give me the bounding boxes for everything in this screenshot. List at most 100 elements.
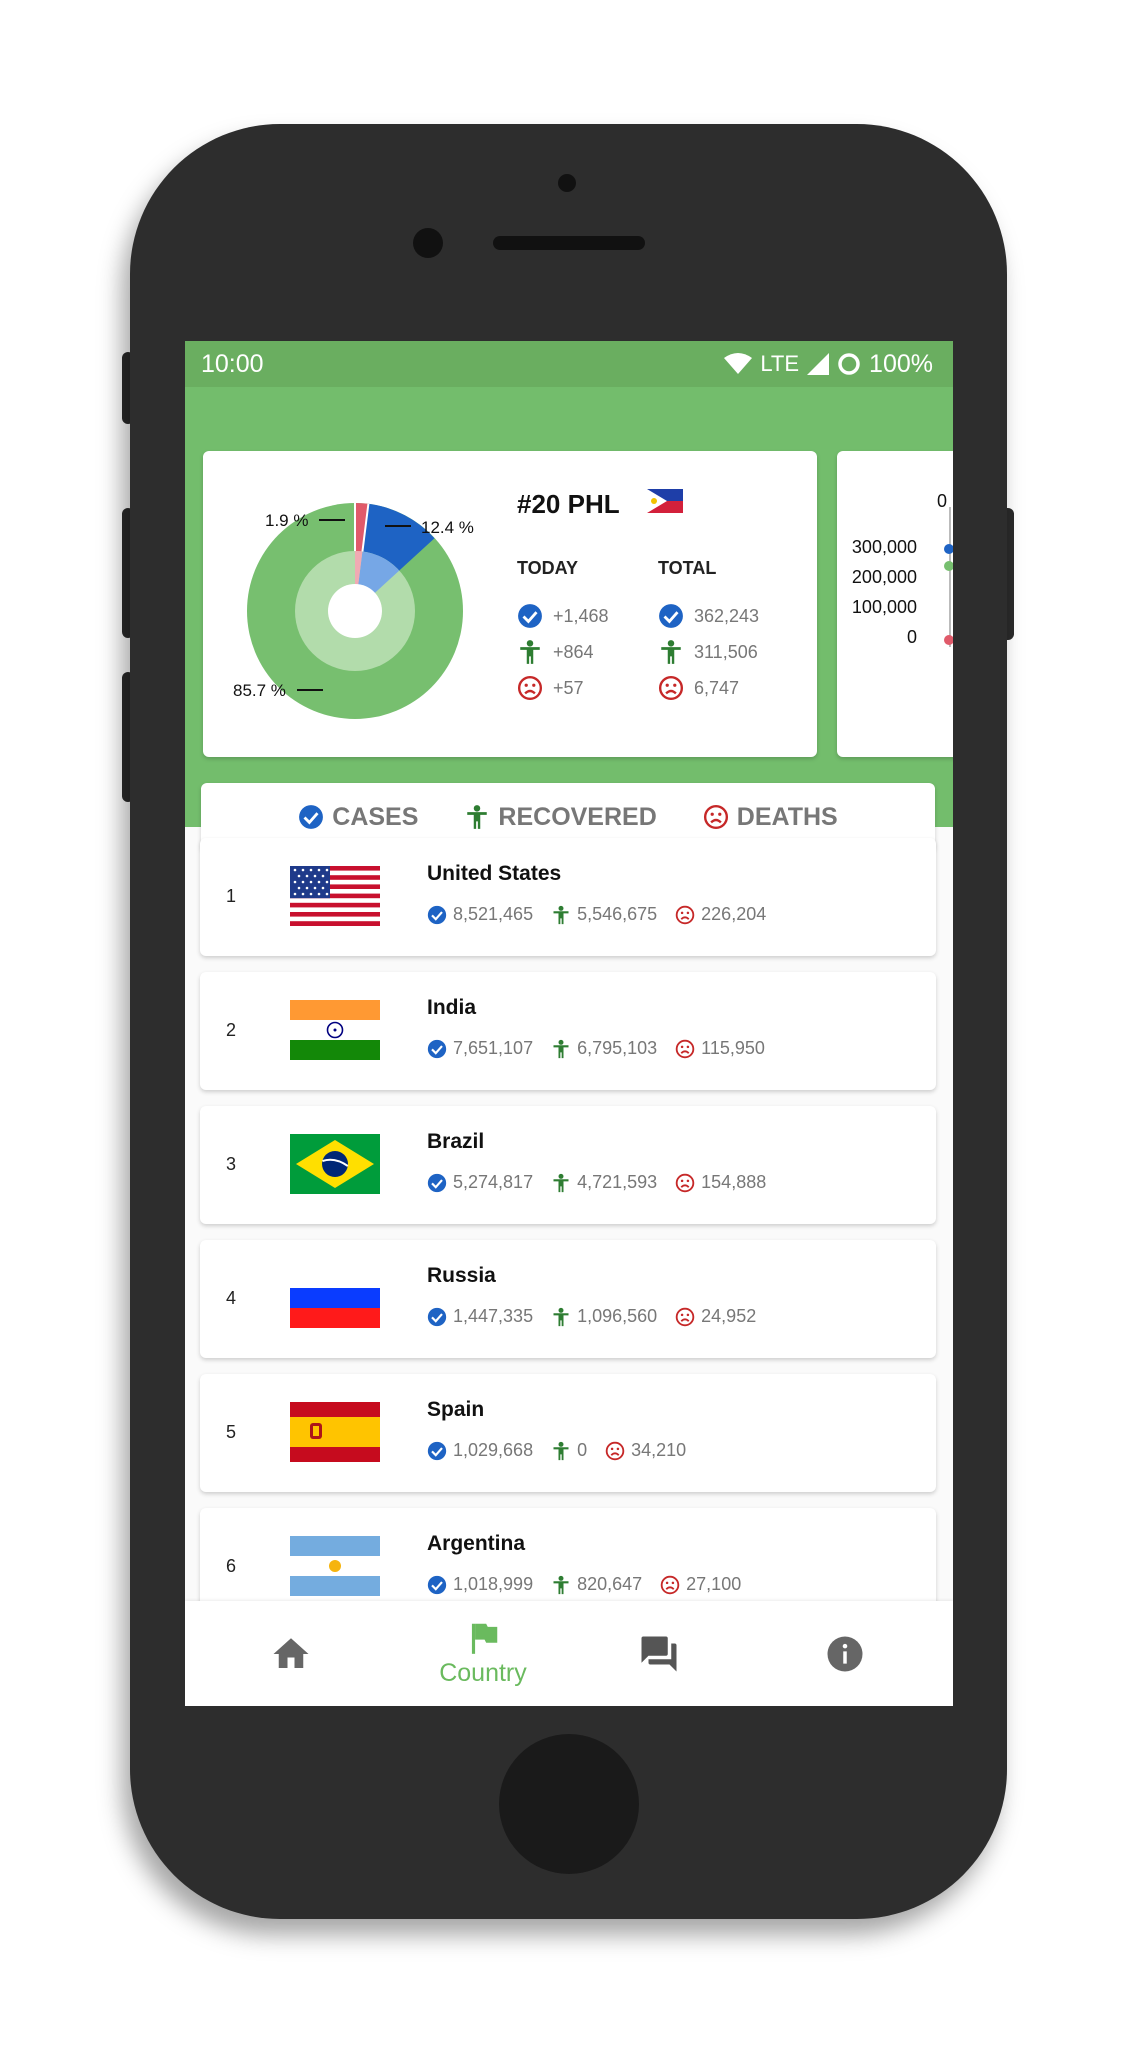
chart-axis-line xyxy=(949,507,951,647)
pie-label-deaths-leader xyxy=(319,519,345,521)
today-deaths: +57 xyxy=(517,675,584,701)
country-row[interactable]: 5 Spain 1,029,668 0 34,210 xyxy=(200,1374,936,1492)
sad-face-icon xyxy=(517,675,543,701)
bottom-navigation: Country xyxy=(185,1601,953,1706)
country-stats: 8,521,465 5,546,675 226,204 xyxy=(427,904,766,925)
filter-deaths-button[interactable]: DEATHS xyxy=(703,803,838,832)
country-name: Russia xyxy=(427,1264,496,1287)
country-summary-card[interactable]: 1.9 % 12.4 % 85.7 % #20 PHL TODAY TOTAL xyxy=(203,451,817,757)
country-stats: 7,651,107 6,795,103 115,950 xyxy=(427,1038,765,1059)
check-circle-icon xyxy=(427,1173,447,1192)
filter-cases-label: CASES xyxy=(332,802,419,831)
check-circle-icon xyxy=(427,905,447,924)
network-type: LTE xyxy=(760,351,800,376)
country-recovered: 1,096,560 xyxy=(577,1306,658,1326)
front-camera xyxy=(413,228,443,258)
total-deaths-value: 6,747 xyxy=(694,677,740,698)
check-circle-icon xyxy=(659,604,683,628)
nav-home[interactable] xyxy=(239,1601,343,1706)
country-deaths: 115,950 xyxy=(701,1038,765,1058)
pie-label-cases: 12.4 % xyxy=(421,518,474,537)
country-cases: 8,521,465 xyxy=(453,904,534,924)
sad-face-icon xyxy=(675,1173,695,1192)
trend-chart-card[interactable]: 0 300,000 200,000 100,000 0 xyxy=(837,451,953,757)
country-stats: 1,447,335 1,096,560 24,952 xyxy=(427,1306,756,1327)
country-row[interactable]: 2 India 7,651,107 6,795,103 115,950 xyxy=(200,972,936,1090)
nav-forum[interactable] xyxy=(607,1601,711,1706)
country-name: Brazil xyxy=(427,1130,485,1153)
country-row[interactable]: 1 United States 8,521,465 5,546,675 226,… xyxy=(200,838,936,956)
country-recovered: 6,795,103 xyxy=(577,1038,658,1058)
person-icon xyxy=(553,1173,569,1192)
person-icon xyxy=(553,1575,569,1594)
country-stats: 1,018,999 820,647 27,100 xyxy=(427,1574,741,1595)
person-icon xyxy=(467,805,488,829)
chart-axis-label: 300,000 xyxy=(851,537,917,557)
total-cases-value: 362,243 xyxy=(694,605,760,626)
usa-flag-icon xyxy=(290,866,380,926)
country-recovered: 0 xyxy=(577,1440,588,1460)
pie-label-deaths: 1.9 % xyxy=(265,511,309,530)
country-deaths: 24,952 xyxy=(701,1306,757,1326)
battery-icon xyxy=(838,353,860,375)
status-bar: 10:00 LTE 100% xyxy=(185,341,953,387)
today-deaths-value: +57 xyxy=(553,677,584,698)
country-name: Spain xyxy=(427,1398,485,1421)
sad-face-icon xyxy=(605,1441,625,1460)
signal-icon xyxy=(807,353,830,375)
country-rank: 4 xyxy=(226,1288,237,1308)
country-row[interactable]: 3 Brazil 5,274,817 4,721,593 154,888 xyxy=(200,1106,936,1224)
country-deaths: 34,210 xyxy=(631,1440,687,1460)
sad-face-icon xyxy=(703,804,728,830)
today-cases: +1,468 xyxy=(517,603,609,629)
status-icons: LTE 100% xyxy=(724,350,933,379)
sad-face-icon xyxy=(658,675,684,701)
info-icon xyxy=(827,1636,863,1671)
home-icon xyxy=(273,1637,309,1668)
proximity-sensor xyxy=(558,174,576,192)
country-deaths: 154,888 xyxy=(701,1172,767,1192)
country-stats: 1,029,668 0 34,210 xyxy=(427,1440,686,1461)
country-rank: 1 xyxy=(226,886,237,906)
country-row[interactable]: 4 Russia 1,447,335 1,096,560 24,952 xyxy=(200,1240,936,1358)
check-circle-icon xyxy=(518,604,542,628)
nav-info[interactable] xyxy=(793,1601,897,1706)
person-icon xyxy=(553,1039,569,1058)
forum-icon xyxy=(641,1636,677,1671)
check-circle-icon xyxy=(299,805,324,829)
sad-face-icon xyxy=(660,1575,680,1594)
today-recovered: +864 xyxy=(517,639,594,665)
philippines-flag-icon xyxy=(647,489,683,513)
country-rank-title: #20 PHL xyxy=(517,489,620,519)
person-icon xyxy=(553,1307,569,1326)
country-cases: 7,651,107 xyxy=(453,1038,534,1058)
russia-flag-icon xyxy=(290,1268,380,1328)
filter-recovered-button[interactable]: RECOVERED xyxy=(464,802,657,832)
country-name: United States xyxy=(427,862,562,885)
chart-axis-label: 200,000 xyxy=(851,567,917,587)
country-deaths: 226,204 xyxy=(701,904,767,924)
nav-country-label: Country xyxy=(439,1659,527,1687)
country-rank: 5 xyxy=(226,1422,237,1442)
chart-axis-label: 0 xyxy=(906,627,917,647)
filter-deaths-label: DEATHS xyxy=(736,802,838,831)
flag-icon xyxy=(471,1623,498,1654)
filter-cases-button[interactable]: CASES xyxy=(298,803,418,832)
pie-label-cases-leader xyxy=(385,525,411,527)
country-cases: 1,018,999 xyxy=(453,1574,534,1594)
header-area: 1.9 % 12.4 % 85.7 % #20 PHL TODAY TOTAL xyxy=(185,387,953,851)
app-screen: 10:00 LTE 100% 1.9 % 12.4 % 85.7 % #20 P… xyxy=(185,341,953,1706)
country-recovered: 820,647 xyxy=(577,1574,643,1594)
status-time: 10:00 xyxy=(201,349,264,378)
nav-country[interactable]: Country xyxy=(413,1601,553,1706)
filter-recovered-label: RECOVERED xyxy=(498,802,657,831)
chart-point-cases xyxy=(944,544,953,554)
today-cases-value: +1,468 xyxy=(553,605,609,626)
total-deaths: 6,747 xyxy=(658,675,739,701)
country-name: India xyxy=(427,996,477,1019)
earpiece-speaker xyxy=(493,236,645,250)
total-recovered: 311,506 xyxy=(658,639,758,665)
stage: 10:00 LTE 100% 1.9 % 12.4 % 85.7 % #20 P… xyxy=(0,0,1138,2048)
country-cases: 1,447,335 xyxy=(453,1306,534,1326)
wifi-icon xyxy=(724,353,753,374)
